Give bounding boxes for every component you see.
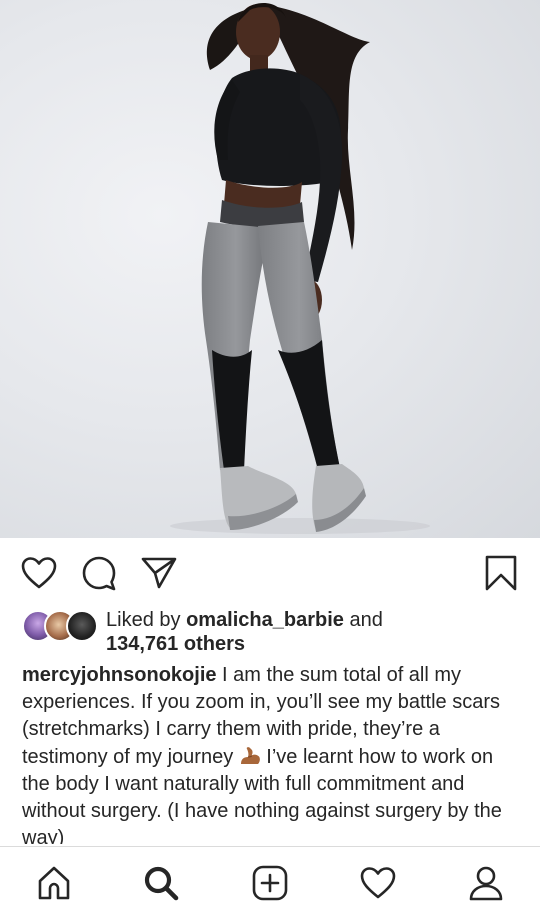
home-icon bbox=[38, 866, 70, 900]
likes-conjunction: and bbox=[343, 609, 383, 631]
nav-search[interactable] bbox=[139, 861, 183, 905]
liker-username[interactable]: omalicha_barbie bbox=[186, 609, 344, 631]
likes-summary[interactable]: Liked by omalicha_barbie and 134,761 oth… bbox=[22, 606, 522, 656]
liker-avatars bbox=[22, 610, 102, 642]
post-action-bar bbox=[0, 548, 540, 598]
new-post-icon bbox=[252, 865, 288, 901]
caption-username[interactable]: mercyjohnsonokojie bbox=[22, 664, 217, 686]
nav-home[interactable] bbox=[32, 861, 76, 905]
post-photo[interactable] bbox=[0, 0, 540, 538]
nav-profile[interactable] bbox=[464, 861, 508, 905]
bookmark-icon bbox=[485, 555, 517, 591]
nav-new-post[interactable] bbox=[248, 861, 292, 905]
post-caption: mercyjohnsonokojie I am the sum total of… bbox=[22, 662, 522, 844]
profile-icon bbox=[469, 866, 503, 901]
save-button[interactable] bbox=[482, 554, 520, 592]
likes-text: Liked by omalicha_barbie and 134,761 oth… bbox=[106, 608, 383, 656]
bottom-nav bbox=[0, 846, 540, 919]
likes-prefix: Liked by bbox=[106, 609, 187, 631]
like-button[interactable] bbox=[20, 554, 58, 592]
paper-plane-icon bbox=[141, 557, 177, 589]
likes-count[interactable]: 134,761 others bbox=[106, 633, 245, 655]
share-button[interactable] bbox=[140, 554, 178, 592]
flexed-biceps-emoji bbox=[240, 746, 260, 764]
activity-heart-icon bbox=[360, 867, 396, 899]
comment-bubble-icon bbox=[82, 556, 116, 591]
heart-outline-icon bbox=[21, 557, 57, 589]
avatar bbox=[66, 610, 98, 642]
nav-activity[interactable] bbox=[356, 861, 400, 905]
model-illustration bbox=[170, 2, 430, 534]
search-icon bbox=[144, 866, 179, 901]
comment-button[interactable] bbox=[80, 554, 118, 592]
